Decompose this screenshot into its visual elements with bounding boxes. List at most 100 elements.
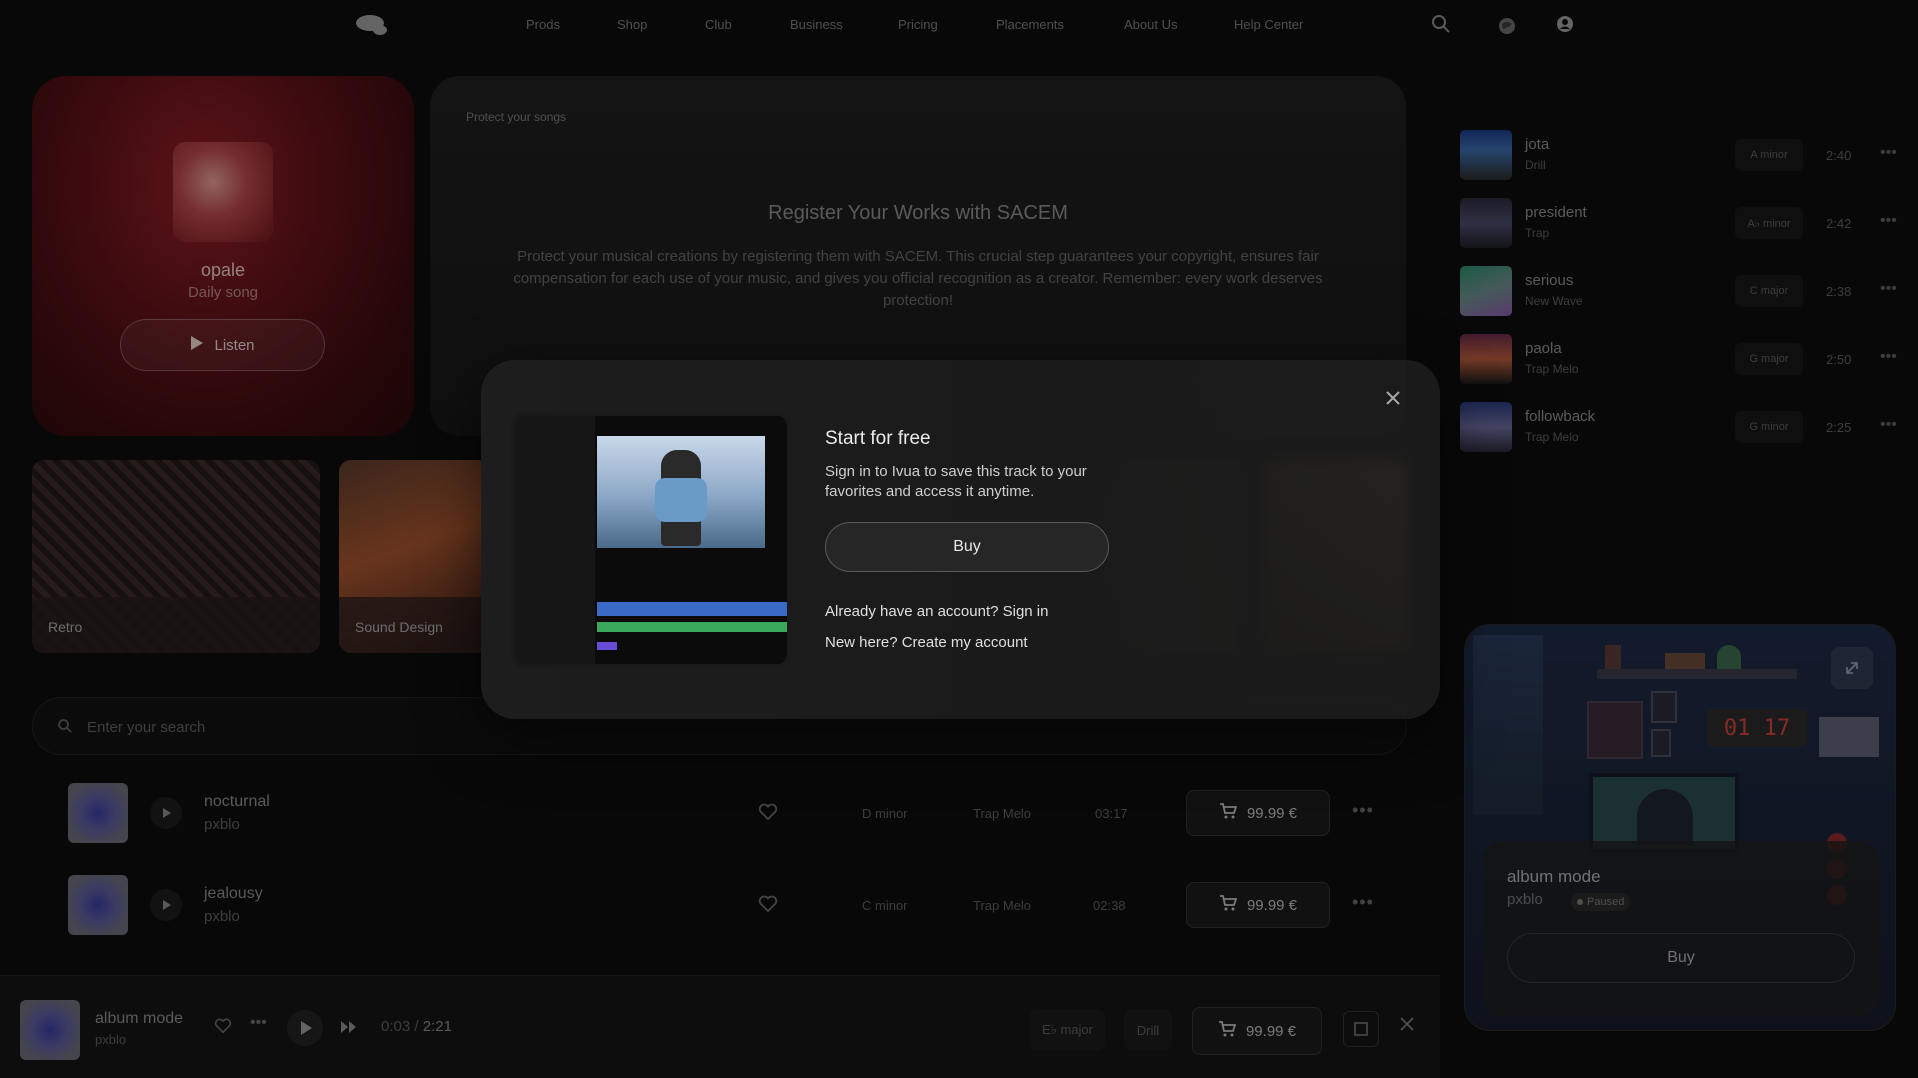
search-icon[interactable]	[1431, 14, 1451, 34]
side-track-duration: 2:42	[1826, 216, 1852, 231]
listen-button[interactable]: Listen	[120, 319, 325, 371]
track-genre: Trap Melo	[973, 898, 1032, 913]
status-dot-icon	[1577, 899, 1583, 905]
close-icon[interactable]	[1381, 386, 1405, 410]
side-track-title[interactable]: jota	[1525, 136, 1549, 153]
buy-button[interactable]: Buy	[1507, 933, 1855, 983]
side-track-genre: New Wave	[1525, 294, 1583, 308]
player-artist[interactable]: pxblo	[95, 1032, 126, 1047]
add-to-cart-button[interactable]: 99.99 €	[1192, 1007, 1322, 1055]
side-track-key: A minor	[1735, 139, 1803, 171]
more-options-icon[interactable]: •••	[1880, 416, 1897, 434]
add-to-cart-button[interactable]: 99.99 €	[1186, 790, 1330, 836]
side-track-title[interactable]: followback	[1525, 408, 1595, 425]
heart-icon[interactable]	[214, 1018, 232, 1039]
price-label: 99.99 €	[1245, 1022, 1297, 1040]
track-artist[interactable]: pxblo	[204, 908, 240, 925]
nav-link-club[interactable]: Club	[705, 17, 732, 32]
side-track-duration: 2:25	[1826, 420, 1852, 435]
track-play-button[interactable]	[150, 797, 182, 829]
sacem-tag: Protect your songs	[466, 110, 567, 124]
featured-cover	[173, 142, 273, 242]
time-separator: /	[414, 1018, 419, 1035]
track-cover[interactable]	[68, 875, 128, 935]
bottom-player-bar: album mode pxblo ••• 0:03 / 2:21 E♭ majo…	[0, 975, 1440, 1078]
track-genre: Trap Melo	[973, 806, 1032, 821]
side-track-duration: 2:40	[1826, 148, 1852, 163]
side-track-thumb[interactable]	[1460, 402, 1512, 452]
more-options-icon[interactable]: •••	[1352, 892, 1374, 913]
side-track-thumb[interactable]	[1460, 130, 1512, 180]
track-cover[interactable]	[68, 783, 128, 843]
clock-display: 01 17	[1707, 709, 1807, 747]
more-options-icon[interactable]: •••	[1880, 280, 1897, 298]
nav-link-business[interactable]: Business	[790, 17, 843, 32]
status-label: Paused	[1587, 896, 1625, 908]
nav-link-placements[interactable]: Placements	[996, 17, 1064, 32]
modal-title: Start for free	[825, 428, 931, 449]
more-options-icon[interactable]: •••	[1880, 212, 1897, 230]
skip-forward-icon[interactable]	[340, 1020, 358, 1039]
nav-link-about-us[interactable]: About Us	[1124, 17, 1177, 32]
now-playing-card: 01 17 album mode pxblo Paused Buy	[1464, 624, 1896, 1031]
track-title[interactable]: jealousy	[204, 885, 263, 903]
more-options-icon[interactable]: •••	[1880, 348, 1897, 366]
side-track-key: G major	[1735, 343, 1803, 375]
track-play-button[interactable]	[150, 889, 182, 921]
close-icon[interactable]	[1400, 1017, 1414, 1036]
sign-in-link[interactable]: Already have an account? Sign in	[825, 603, 1048, 620]
listen-label: Listen	[214, 336, 255, 354]
heart-icon[interactable]	[758, 895, 778, 918]
nav-link-pricing[interactable]: Pricing	[898, 17, 938, 32]
account-icon[interactable]	[1555, 14, 1575, 34]
side-track-key: A♭ minor	[1735, 207, 1803, 239]
side-track-genre: Trap Melo	[1525, 430, 1579, 444]
now-playing-artist[interactable]: pxblo	[1507, 891, 1543, 908]
search-icon	[57, 718, 73, 739]
logo-icon[interactable]	[354, 13, 390, 37]
side-track-key: C major	[1735, 275, 1803, 307]
genre-card-retro[interactable]: Retro	[32, 460, 320, 653]
track-duration: 03:17	[1095, 806, 1128, 821]
play-icon	[190, 335, 204, 355]
featured-subtitle: Daily song	[187, 284, 259, 301]
genre-card-sound-design[interactable]: Sound Design	[339, 460, 489, 653]
side-track-key: G minor	[1735, 411, 1803, 443]
fullscreen-button[interactable]	[1343, 1011, 1379, 1047]
more-options-icon[interactable]: •••	[1352, 800, 1374, 821]
more-options-icon[interactable]: •••	[1880, 144, 1897, 162]
modal-buy-button[interactable]: Buy	[825, 522, 1109, 572]
side-track-thumb[interactable]	[1460, 198, 1512, 248]
track-key: C minor	[862, 898, 908, 913]
genre-label: Retro	[48, 619, 83, 635]
side-track-title[interactable]: president	[1525, 204, 1587, 221]
player-cover[interactable]	[20, 1000, 80, 1060]
more-options-icon[interactable]: •••	[250, 1014, 267, 1032]
track-title[interactable]: nocturnal	[204, 793, 270, 811]
player-key: E♭ major	[1030, 1009, 1105, 1051]
side-track-genre: Trap	[1525, 226, 1550, 240]
nav-link-prods[interactable]: Prods	[526, 17, 560, 32]
side-track-thumb[interactable]	[1460, 266, 1512, 316]
side-track-genre: Drill	[1525, 158, 1546, 172]
search-input[interactable]: Enter your search	[87, 719, 205, 736]
cart-icon	[1219, 803, 1238, 823]
side-track-thumb[interactable]	[1460, 334, 1512, 384]
side-track-title[interactable]: serious	[1525, 272, 1573, 289]
nav-link-help-center[interactable]: Help Center	[1234, 17, 1303, 32]
play-button[interactable]	[287, 1010, 323, 1046]
side-track-duration: 2:38	[1826, 284, 1852, 299]
side-track-title[interactable]: paola	[1525, 340, 1562, 357]
player-title[interactable]: album mode	[95, 1010, 183, 1028]
language-icon[interactable]	[1497, 16, 1517, 36]
heart-icon[interactable]	[758, 803, 778, 826]
current-time: 0:03	[381, 1018, 411, 1035]
nav-link-shop[interactable]: Shop	[617, 17, 647, 32]
add-to-cart-button[interactable]: 99.99 €	[1186, 882, 1330, 928]
track-duration: 02:38	[1093, 898, 1126, 913]
expand-button[interactable]	[1831, 647, 1873, 689]
create-account-link[interactable]: New here? Create my account	[825, 634, 1028, 651]
top-nav: Prods Shop Club Business Pricing Placeme…	[0, 0, 1918, 50]
featured-song-card: opale Daily song Listen	[32, 76, 414, 436]
track-artist[interactable]: pxblo	[204, 816, 240, 833]
